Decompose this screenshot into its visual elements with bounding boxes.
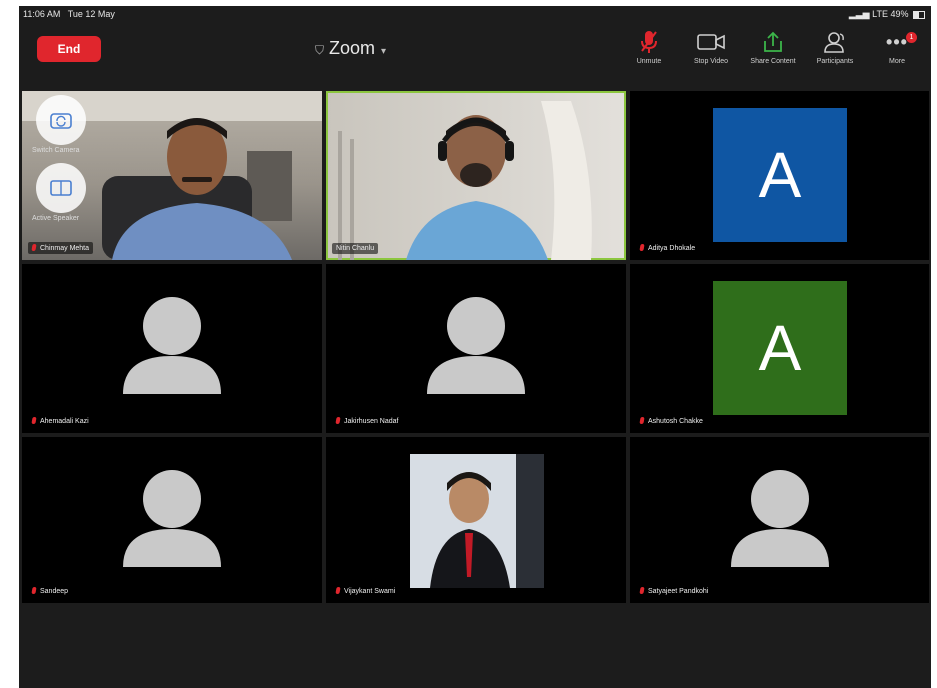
stop-video-button[interactable]: Stop Video — [683, 28, 739, 65]
more-label: More — [889, 58, 905, 65]
notification-badge: 1 — [906, 32, 917, 43]
participants-icon — [807, 28, 863, 56]
video-feed — [338, 101, 592, 260]
participant-name: Chinmay Mehta — [28, 242, 94, 254]
default-avatar-icon — [427, 297, 525, 394]
switch-camera-icon — [50, 113, 72, 129]
participant-name: Sandeep — [28, 585, 73, 597]
participant-tile[interactable]: A Ashutosh Chakke — [630, 264, 929, 433]
mic-muted-icon — [335, 417, 341, 424]
gallery-view-button[interactable] — [36, 163, 86, 213]
more-dots-icon: ••• — [886, 31, 908, 52]
battery-level: 49% — [890, 9, 909, 19]
meeting-toolbar: End ⛉ Zoom ▾ Unmute Stop Video Share Conte… — [19, 22, 931, 78]
status-date: Tue 12 May — [67, 9, 115, 19]
mic-muted-icon — [31, 244, 37, 251]
participant-name: Ashutosh Chakke — [636, 415, 707, 427]
participants-button[interactable]: Participants — [807, 28, 863, 65]
zoom-screen: 11:06 AM Tue 12 May ▂▃▅ LTE 49% End ⛉ Zoo… — [19, 6, 931, 688]
unmute-label: Unmute — [636, 58, 662, 65]
participant-tile-active-speaker[interactable]: Nitin Chanlu — [326, 91, 626, 260]
participant-name: Satyajeet Pandkohi — [636, 585, 713, 597]
participant-name: Aditya Dhokale — [636, 242, 700, 254]
participants-label: Participants — [816, 58, 854, 65]
video-camera-icon — [683, 28, 739, 56]
mic-muted-icon — [621, 28, 677, 56]
participant-tile[interactable]: Sandeep — [22, 437, 322, 603]
share-content-label: Share Content — [750, 58, 796, 65]
signal-icon: ▂▃▅ — [848, 9, 870, 19]
chevron-down-icon: ▾ — [381, 46, 387, 57]
shield-icon: ⛉ — [315, 43, 325, 57]
network-type: LTE — [872, 9, 888, 19]
share-content-button[interactable]: Share Content — [745, 28, 801, 65]
default-avatar-icon — [123, 297, 221, 394]
share-up-arrow-icon — [745, 28, 801, 56]
mic-muted-icon — [31, 417, 37, 424]
participant-tile[interactable]: A Aditya Dhokale — [630, 91, 929, 260]
mic-muted-icon — [639, 244, 645, 251]
participant-avatar: A — [713, 281, 847, 415]
mic-muted-icon — [31, 587, 37, 594]
battery-icon — [913, 10, 925, 19]
profile-photo — [410, 454, 544, 588]
mic-muted-icon — [335, 587, 341, 594]
participant-tile[interactable]: Satyajeet Pandkohi — [630, 437, 929, 603]
mic-muted-icon — [639, 587, 645, 594]
switch-camera-button[interactable] — [36, 95, 86, 145]
speaker-view-icon — [50, 180, 72, 196]
meeting-title: Zoom — [329, 38, 376, 58]
gallery-view-label: Active Speaker — [32, 215, 80, 222]
more-button[interactable]: ••• More 1 — [869, 28, 925, 65]
participant-tile[interactable]: Ahemadali Kazi — [22, 264, 322, 433]
unmute-button[interactable]: Unmute — [621, 28, 677, 65]
participant-tile[interactable]: Vijaykant Swami — [326, 437, 626, 603]
participant-tile[interactable]: Switch Camera Active Speaker Chinmay Meh… — [22, 91, 322, 260]
stop-video-label: Stop Video — [693, 58, 729, 65]
participant-name: Vijaykant Swami — [332, 585, 400, 597]
default-avatar-icon — [123, 470, 221, 567]
switch-camera-label: Switch Camera — [32, 147, 80, 154]
default-avatar-icon — [731, 470, 829, 567]
status-time: 11:06 AM — [23, 9, 61, 19]
participant-name: Nitin Chanlu — [332, 243, 379, 254]
end-meeting-button[interactable]: End — [37, 36, 101, 62]
participant-name: Jakirhusen Nadaf — [332, 415, 403, 427]
participant-tile[interactable]: Jakirhusen Nadaf — [326, 264, 626, 433]
participant-name: Ahemadali Kazi — [28, 415, 93, 427]
participant-avatar: A — [713, 108, 847, 242]
status-bar: 11:06 AM Tue 12 May ▂▃▅ LTE 49% — [19, 6, 931, 22]
meeting-title-dropdown[interactable]: ⛉ Zoom ▾ — [315, 38, 386, 59]
mic-muted-icon — [639, 417, 645, 424]
